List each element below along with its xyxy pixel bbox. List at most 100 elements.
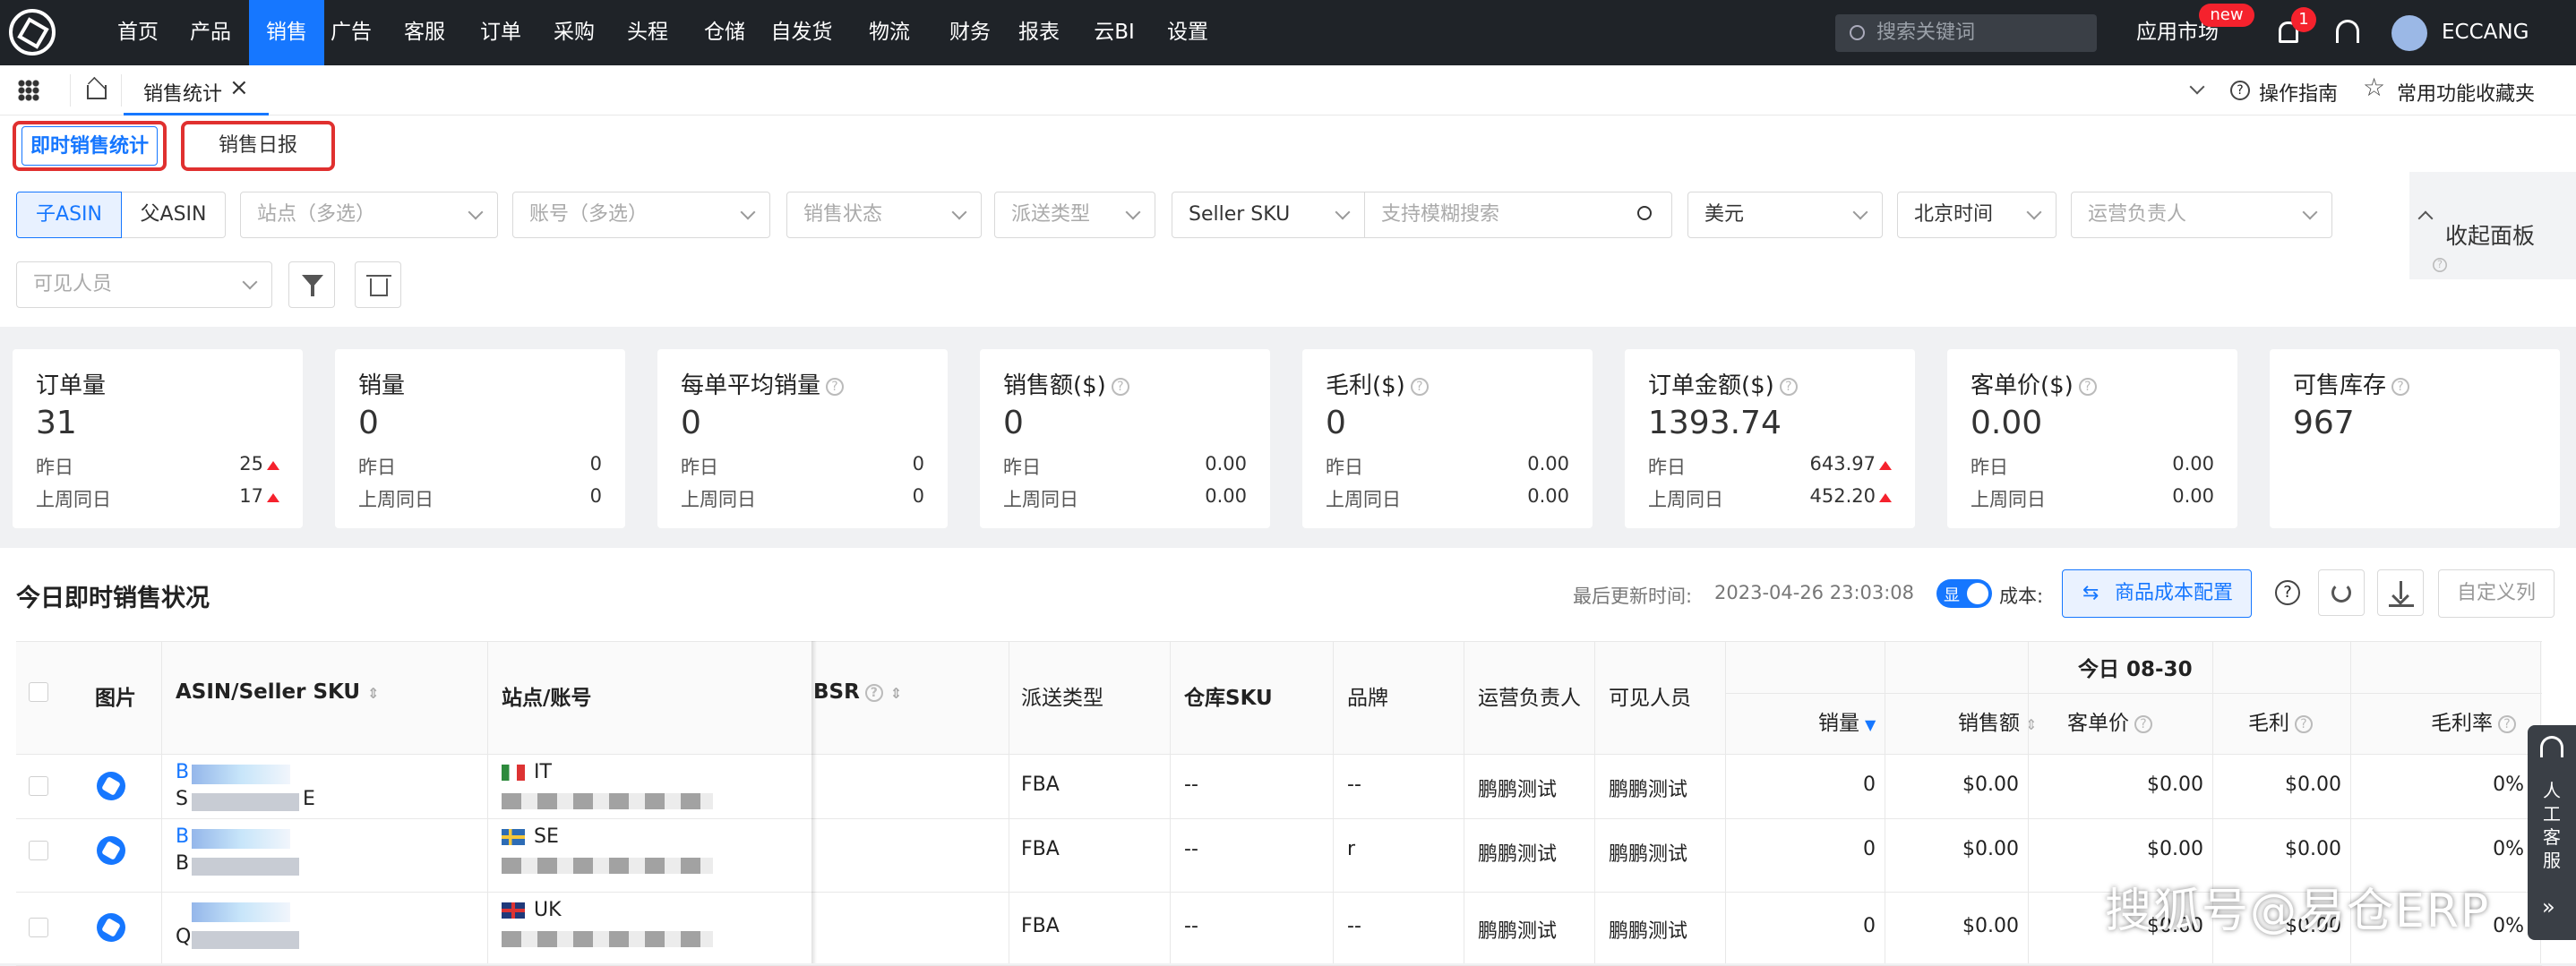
col-site: 站点/账号 — [502, 687, 592, 710]
arrow-up-icon — [1879, 493, 1892, 502]
account-select[interactable]: 账号（多选） — [512, 192, 770, 238]
parent-asin-toggle[interactable]: 父ASIN — [122, 192, 226, 238]
customer-service-tab[interactable]: 人工客服 » — [2528, 725, 2576, 940]
sku-type-select[interactable]: Seller SKU — [1172, 192, 1365, 238]
cost-toggle[interactable]: 显 — [1936, 579, 1992, 608]
yesterday-value: 0.00 — [2172, 453, 2214, 474]
filter-clear-icon[interactable] — [288, 261, 335, 308]
favorites-link[interactable]: 常用功能收藏夹 — [2397, 78, 2535, 107]
col-profit[interactable]: 毛利? — [2248, 705, 2313, 736]
close-icon[interactable]: × — [229, 74, 249, 101]
search-icon[interactable] — [1637, 206, 1652, 220]
last-update-time: 2023-04-26 23:03:08 — [1714, 582, 1915, 603]
nav-reports[interactable]: 报表 — [1014, 0, 1064, 65]
select-all-checkbox[interactable] — [29, 682, 48, 702]
card-title: 客单价($)? — [1971, 367, 2097, 400]
margin-value: 0% — [2493, 774, 2524, 796]
country-flag-icon — [502, 829, 525, 845]
nav-logistics[interactable]: 物流 — [858, 0, 921, 65]
avatar[interactable] — [2391, 15, 2427, 51]
nav-orders[interactable]: 订单 — [476, 0, 526, 65]
trash-icon[interactable] — [355, 261, 401, 308]
help-icon[interactable]: ? — [2275, 580, 2300, 605]
help-icon: ? — [826, 377, 845, 396]
apps-grid-icon[interactable] — [18, 80, 39, 101]
brand: -- — [1347, 774, 1361, 796]
col-margin[interactable]: 毛利率? — [2431, 705, 2516, 736]
customer-service-label: 人工客服 — [2543, 780, 2561, 871]
yesterday-label: 昨日 — [681, 457, 718, 478]
asin-link[interactable]: B — [176, 761, 189, 783]
nav-finance[interactable]: 财务 — [939, 0, 1001, 65]
download-icon[interactable] — [2377, 569, 2424, 616]
collapse-panel-button[interactable]: 收起面板 — [2445, 218, 2535, 251]
delivery-type-select[interactable]: 派送类型 — [994, 192, 1155, 238]
visible-user: 鹏鹏测试 — [1609, 779, 1688, 801]
section-title: 今日即时销售状况 — [16, 585, 210, 612]
col-unit-price[interactable]: 客单价? — [2067, 705, 2152, 736]
arrow-up-icon — [267, 461, 279, 470]
collapse-panel-area[interactable]: 收起面板 ? — [2409, 172, 2576, 279]
site-placeholder: 站点（多选） — [257, 203, 376, 226]
delivery-type: FBA — [1021, 774, 1060, 796]
col-bsr[interactable]: BSR? ⇕ — [813, 680, 902, 704]
site-code: SE — [534, 825, 559, 848]
help-icon: ? — [1779, 377, 1798, 396]
child-asin-toggle[interactable]: 子ASIN — [16, 192, 122, 238]
tab-bar: 销售统计 × ? 操作指南 ☆ 常用功能收藏夹 — [0, 65, 2576, 115]
global-search-input[interactable]: 搜索关键词 — [1835, 14, 2097, 52]
visible-user-select[interactable]: 可见人员 — [16, 261, 272, 308]
timezone-select[interactable]: 北京时间 — [1897, 192, 2057, 238]
nav-service[interactable]: 客服 — [399, 0, 450, 65]
nav-shipping[interactable]: 头程 — [623, 0, 673, 65]
operator-select[interactable]: 运营负责人 — [2071, 192, 2332, 238]
col-qty[interactable]: 销量 ▼ — [1818, 705, 1876, 736]
tab-realtime-sales[interactable]: 即时销售统计 — [21, 126, 158, 166]
nav-purchase[interactable]: 采购 — [549, 0, 599, 65]
card-value: 0.00 — [1971, 405, 2043, 441]
nav-cloud-bi[interactable]: 云BI — [1089, 0, 1139, 65]
site-select[interactable]: 站点（多选） — [240, 192, 498, 238]
card-title: 销量 — [358, 372, 406, 399]
nav-self-ship[interactable]: 自发货 — [770, 0, 833, 65]
sales-status-select[interactable]: 销售状态 — [786, 192, 982, 238]
headset-icon[interactable] — [2336, 20, 2359, 43]
card-title: 每单平均销量? — [681, 367, 845, 400]
nav-settings[interactable]: 设置 — [1163, 0, 1213, 65]
nav-ads[interactable]: 广告 — [326, 0, 376, 65]
custom-columns-button[interactable]: 自定义列 — [2438, 569, 2555, 618]
redacted-asin — [192, 765, 290, 784]
nav-home[interactable]: 首页 — [113, 0, 163, 65]
delivery-type-placeholder: 派送类型 — [1011, 203, 1091, 226]
currency-select[interactable]: 美元 — [1687, 192, 1883, 238]
fuzzy-search-input[interactable]: 支持模糊搜索 — [1364, 192, 1672, 238]
chevron-down-icon[interactable] — [2189, 79, 2205, 95]
asin-link[interactable]: B — [176, 825, 189, 848]
double-chevron-icon[interactable]: » — [2542, 895, 2555, 919]
row-checkbox[interactable] — [29, 776, 48, 796]
col-amount[interactable]: 销售额 ⇕ — [1958, 705, 2037, 736]
row-checkbox[interactable] — [29, 918, 48, 937]
top-navbar: 首页 产品 销售 广告 客服 订单 采购 头程 仓储 自发货 物流 财务 报表 云BI 设置 搜索关键词 应… — [0, 0, 2576, 65]
nav-sales[interactable]: 销售 — [249, 0, 324, 65]
help-icon: ? — [1111, 377, 1129, 396]
seller-sku: B — [176, 852, 190, 875]
cost-config-button[interactable]: ⇆ 商品成本配置 — [2062, 569, 2252, 618]
warehouse-sku: -- — [1184, 915, 1198, 937]
visible-user-placeholder: 可见人员 — [33, 273, 113, 295]
col-asin[interactable]: ASIN/Seller SKU ⇕ — [176, 680, 380, 704]
help-icon: ? — [1410, 377, 1429, 396]
tab-sales-stats[interactable]: 销售统计 × — [124, 65, 269, 115]
logo-icon[interactable] — [9, 9, 56, 56]
last-week-value: 0.00 — [1527, 485, 1569, 507]
nav-product[interactable]: 产品 — [185, 0, 236, 65]
guide-link[interactable]: 操作指南 — [2259, 78, 2338, 107]
delivery-type: FBA — [1021, 915, 1060, 937]
refresh-icon[interactable] — [2318, 569, 2365, 616]
home-icon[interactable] — [70, 74, 122, 107]
row-checkbox[interactable] — [29, 841, 48, 860]
username[interactable]: ECCANG — [2442, 0, 2529, 65]
nav-warehouse[interactable]: 仓储 — [700, 0, 750, 65]
seller-sku-suffix: E — [303, 788, 315, 810]
tab-daily-report[interactable]: 销售日报 — [190, 126, 326, 166]
